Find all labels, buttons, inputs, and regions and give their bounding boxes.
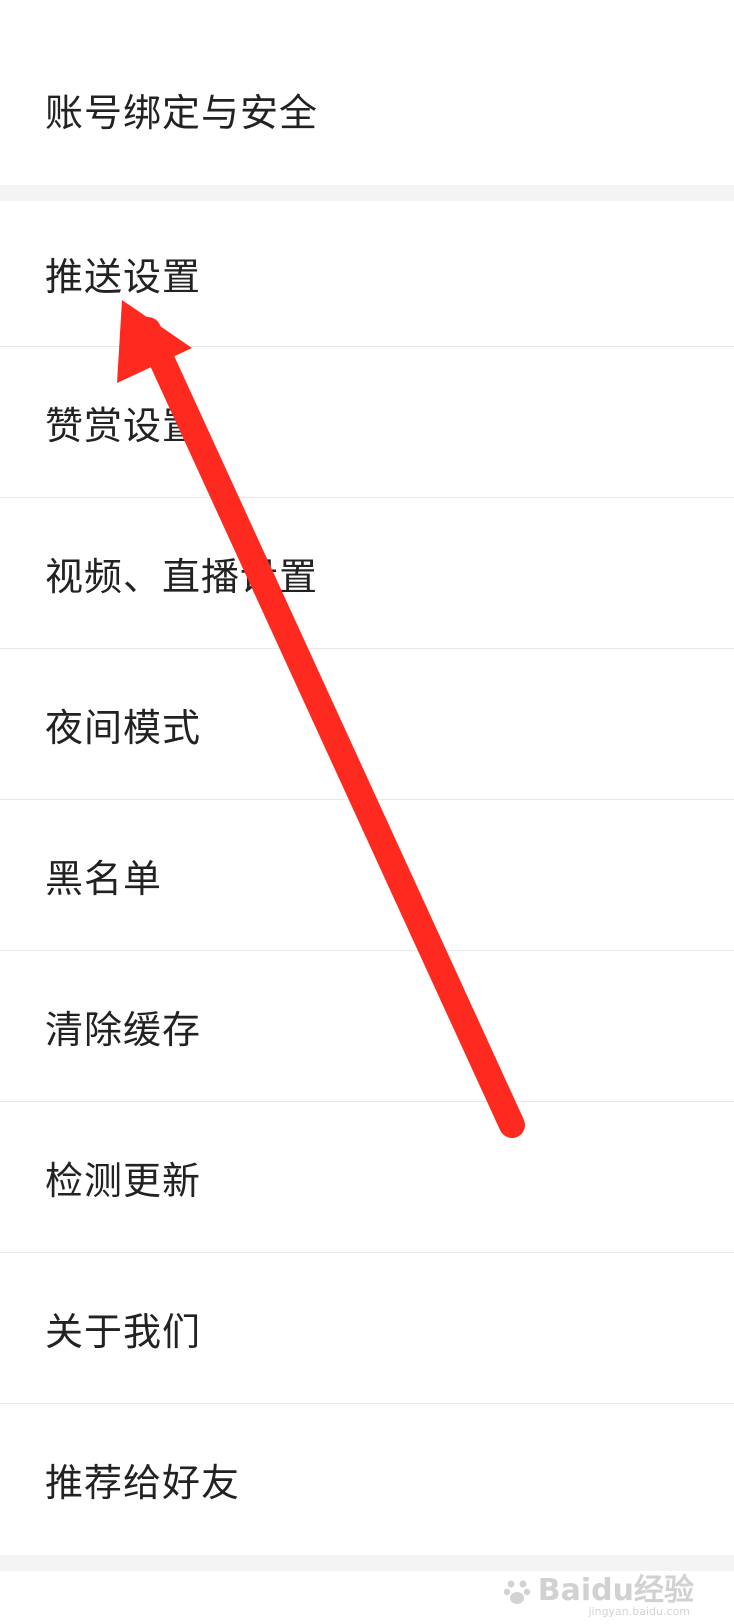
settings-item-video-live[interactable]: 视频、直播设置 bbox=[0, 498, 734, 649]
settings-item-check-update[interactable]: 检测更新 bbox=[0, 1102, 734, 1253]
settings-item-label: 推荐给好友 bbox=[45, 1461, 241, 1505]
settings-item-label: 视频、直播设置 bbox=[45, 554, 319, 599]
section-divider-bottom bbox=[0, 1555, 734, 1571]
settings-item-label: 夜间模式 bbox=[45, 705, 202, 750]
settings-item-about-us[interactable]: 关于我们 bbox=[0, 1253, 734, 1404]
settings-item-label: 黑名单 bbox=[45, 856, 163, 901]
settings-item-clear-cache[interactable]: 清除缓存 bbox=[0, 951, 734, 1102]
settings-item-account-security[interactable]: 账号绑定与安全 bbox=[0, 34, 734, 185]
settings-screen: 账号绑定与安全 推送设置 赞赏设置 视频、直播设置 夜间模式 黑名单 清除缓存 … bbox=[0, 0, 734, 1624]
settings-item-reward[interactable]: 赞赏设置 bbox=[0, 347, 734, 498]
settings-item-label: 检测更新 bbox=[45, 1158, 202, 1203]
settings-item-label: 清除缓存 bbox=[45, 1007, 202, 1052]
baidu-watermark: Baidu经验 jingyan.baidu.com bbox=[502, 1573, 694, 1618]
settings-item-blacklist[interactable]: 黑名单 bbox=[0, 800, 734, 951]
settings-item-recommend-friends[interactable]: 推荐给好友 bbox=[0, 1404, 734, 1555]
settings-item-label: 推送设置 bbox=[45, 255, 202, 299]
settings-item-label: 关于我们 bbox=[45, 1309, 202, 1354]
settings-item-label: 赞赏设置 bbox=[45, 403, 202, 448]
watermark-subtext: jingyan.baidu.com bbox=[588, 1605, 690, 1618]
settings-item-push[interactable]: 推送设置 bbox=[0, 201, 734, 347]
baidu-paw-icon bbox=[503, 1580, 530, 1604]
section-divider bbox=[0, 185, 734, 201]
settings-item-night-mode[interactable]: 夜间模式 bbox=[0, 649, 734, 800]
settings-group-general: 推送设置 赞赏设置 视频、直播设置 夜间模式 黑名单 清除缓存 检测更新 关于我… bbox=[0, 201, 734, 1555]
watermark-text: Baidu经验 bbox=[537, 1573, 694, 1608]
settings-item-label: 账号绑定与安全 bbox=[45, 91, 319, 135]
settings-group-account: 账号绑定与安全 bbox=[0, 0, 734, 185]
